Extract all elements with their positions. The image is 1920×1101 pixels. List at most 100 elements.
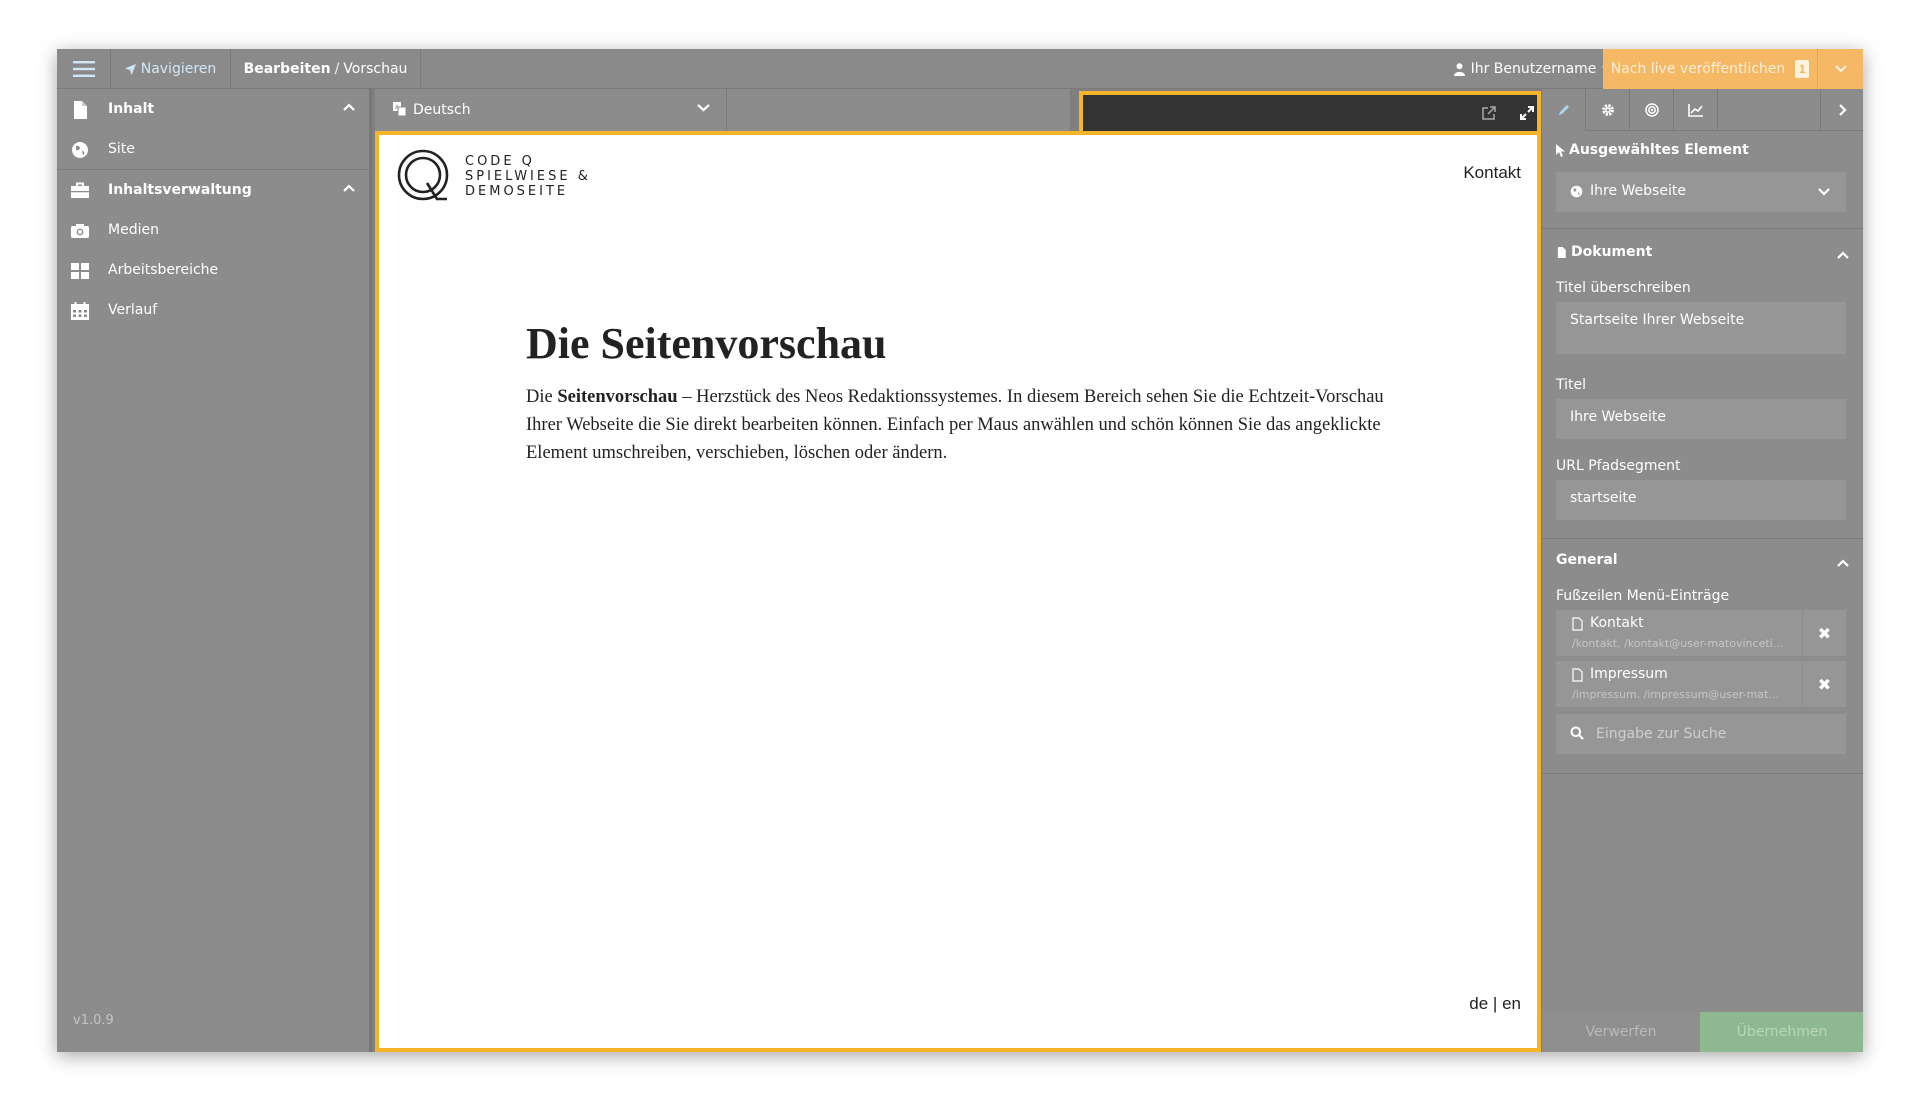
apply-button[interactable]: Übernehmen xyxy=(1700,1012,1863,1052)
page-content[interactable]: Die Seitenvorschau Die Seitenvorschau – … xyxy=(526,318,1386,467)
logo-q-icon xyxy=(397,149,449,201)
sidebar-item-site[interactable]: Site xyxy=(57,129,369,169)
hamburger-icon xyxy=(72,61,95,77)
publish-dropdown-button[interactable] xyxy=(1817,49,1863,89)
section-divider xyxy=(1542,538,1863,539)
file-outline-icon xyxy=(1572,617,1583,631)
publish-count-badge: 1 xyxy=(1795,60,1810,78)
publish-button[interactable]: Nach live veröffentlichen 1 xyxy=(1603,49,1817,89)
external-link-icon xyxy=(1482,106,1496,120)
document-section-header[interactable]: Dokument xyxy=(1556,244,1652,260)
selected-element-value: Ihre Webseite xyxy=(1590,183,1686,199)
language-link-en[interactable]: en xyxy=(1502,994,1521,1013)
globe-icon xyxy=(72,142,88,158)
page-paragraph[interactable]: Die Seitenvorschau – Herzstück des Neos … xyxy=(526,383,1386,467)
tab-seo[interactable] xyxy=(1630,89,1674,131)
expand-icon xyxy=(1520,106,1534,120)
reference-path: /kontakt. /kontakt@user-matovinceti... xyxy=(1572,637,1784,650)
selected-element-title: Ausgewähltes Element xyxy=(1556,142,1749,158)
general-section-header[interactable]: General xyxy=(1556,552,1618,568)
chevron-down-icon xyxy=(1818,188,1830,196)
file-icon xyxy=(1557,246,1566,258)
edit-mode-label: Bearbeiten xyxy=(243,61,331,77)
sidebar-item-workspaces[interactable]: Arbeitsbereiche xyxy=(57,250,369,290)
reference-item[interactable]: Impressum /impressum. /impressum@user-ma… xyxy=(1556,661,1846,707)
chevron-up-icon[interactable] xyxy=(1837,251,1849,259)
inspector-tabs xyxy=(1542,89,1863,131)
chevron-down-icon xyxy=(1834,65,1847,73)
top-bar: Navigieren Bearbeiten / Vorschau Ihr Ben… xyxy=(57,49,1863,89)
preview-toolbar xyxy=(1079,91,1541,131)
sidebar-item-label: Medien xyxy=(108,222,159,238)
site-logo[interactable]: CODE Q SPIELWIESE & DEMOSEITE xyxy=(397,149,591,203)
file-outline-icon xyxy=(1572,668,1583,682)
edit-preview-mode-button[interactable]: Bearbeiten / Vorschau xyxy=(231,49,421,89)
section-divider xyxy=(1542,228,1863,229)
content-canvas-area: A Deutsch CODE Q SPIELWIESE & DEMOSEITE xyxy=(375,89,1541,1052)
file-icon xyxy=(74,101,87,119)
preview-mode-label: Vorschau xyxy=(343,61,408,77)
remove-reference-button[interactable]: ✖ xyxy=(1802,610,1846,656)
website-preview-frame[interactable]: CODE Q SPIELWIESE & DEMOSEITE Kontakt Di… xyxy=(375,131,1541,1052)
language-dimension-selector[interactable]: A Deutsch xyxy=(375,89,727,131)
chevron-up-icon xyxy=(343,184,355,192)
chevron-down-icon xyxy=(697,104,710,112)
pointer-icon xyxy=(1556,143,1565,157)
open-in-new-window-button[interactable] xyxy=(1479,103,1499,123)
version-label: v1.0.9 xyxy=(73,1013,114,1028)
gear-icon xyxy=(1601,104,1614,116)
publish-label: Nach live veröffentlichen xyxy=(1610,61,1786,77)
section-title-label: General xyxy=(1556,552,1618,568)
section-title-label: Dokument xyxy=(1571,244,1653,260)
sidebar-item-label: Inhaltsverwaltung xyxy=(108,182,252,198)
reference-item[interactable]: Kontakt /kontakt. /kontakt@user-matovinc… xyxy=(1556,610,1846,656)
contact-nav-link[interactable]: Kontakt xyxy=(1463,163,1521,183)
selected-element-dropdown[interactable]: Ihre Webseite xyxy=(1556,172,1846,212)
tab-settings[interactable] xyxy=(1586,89,1630,131)
chevron-up-icon[interactable] xyxy=(1837,559,1849,567)
menu-toggle-button[interactable] xyxy=(57,49,111,89)
location-arrow-icon xyxy=(124,63,136,75)
logo-text: CODE Q SPIELWIESE & DEMOSEITE xyxy=(465,154,591,199)
footer-menu-label: Fußzeilen Menü-Einträge xyxy=(1556,588,1730,604)
title-override-label: Titel überschreiben xyxy=(1556,280,1691,296)
page-headline[interactable]: Die Seitenvorschau xyxy=(526,318,1386,369)
reference-search-field[interactable] xyxy=(1556,714,1846,754)
fullscreen-button[interactable] xyxy=(1517,103,1537,123)
pencil-icon xyxy=(1558,105,1569,115)
paragraph-bold-text: Seitenvorschau xyxy=(557,387,678,407)
grid-icon xyxy=(71,263,89,279)
tab-edit[interactable] xyxy=(1542,89,1586,131)
url-segment-input[interactable]: startseite xyxy=(1556,480,1846,520)
sidebar-item-label: Inhalt xyxy=(108,101,155,117)
target-icon xyxy=(1644,103,1659,117)
chevron-right-icon xyxy=(1838,104,1847,116)
language-link-de[interactable]: de xyxy=(1469,994,1488,1013)
sidebar-group-content-management[interactable]: Inhaltsverwaltung xyxy=(57,170,369,210)
navigate-button[interactable]: Navigieren xyxy=(111,49,231,89)
sidebar-item-media[interactable]: Medien xyxy=(57,210,369,250)
title-input[interactable]: Ihre Webseite xyxy=(1556,399,1846,439)
tab-analytics[interactable] xyxy=(1674,89,1718,131)
search-input[interactable] xyxy=(1596,714,1836,754)
camera-icon xyxy=(71,224,89,238)
language-separator: | xyxy=(1492,994,1498,1013)
calendar-icon xyxy=(71,302,89,320)
collapse-inspector-button[interactable] xyxy=(1820,89,1863,131)
title-override-textarea[interactable]: Startseite Ihrer Webseite xyxy=(1556,302,1846,354)
sidebar-group-content[interactable]: Inhalt xyxy=(57,89,369,129)
sidebar-item-label: Verlauf xyxy=(108,302,158,318)
remove-reference-button[interactable]: ✖ xyxy=(1802,661,1846,707)
url-segment-label: URL Pfadsegment xyxy=(1556,458,1681,474)
language-switcher: de | en xyxy=(1469,994,1521,1014)
sidebar-item-history[interactable]: Verlauf xyxy=(57,290,369,330)
search-icon xyxy=(1570,726,1584,740)
crumb-separator: / xyxy=(334,61,340,77)
discard-button[interactable]: Verwerfen xyxy=(1542,1012,1700,1052)
close-icon: ✖ xyxy=(1817,674,1832,694)
logo-line: DEMOSEITE xyxy=(465,183,569,199)
chevron-up-icon xyxy=(343,103,355,111)
sidebar-item-label: Arbeitsbereiche xyxy=(108,262,219,278)
line-chart-icon xyxy=(1687,104,1703,117)
logo-line: SPIELWIESE & xyxy=(465,168,591,184)
